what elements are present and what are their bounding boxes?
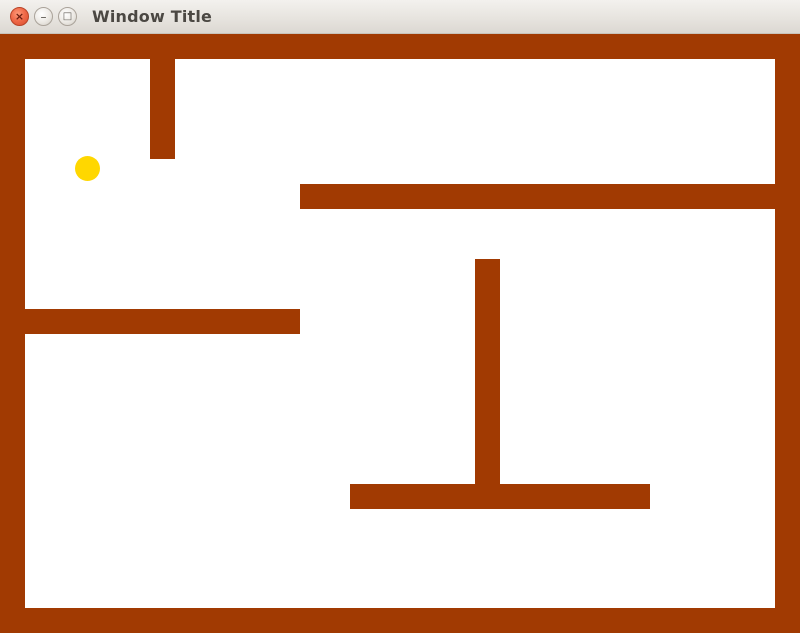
maze-wall-right: [775, 34, 800, 633]
close-icon[interactable]: ×: [10, 7, 29, 26]
maze-wall-top: [0, 34, 800, 59]
maze-wall-middle-left-horizontal: [25, 309, 300, 334]
app-window: × – □ Window Title: [0, 0, 800, 633]
maze-wall-top-stub: [150, 59, 175, 159]
minimize-icon[interactable]: –: [34, 7, 53, 26]
title-bar[interactable]: × – □ Window Title: [0, 0, 800, 34]
window-title: Window Title: [92, 7, 213, 26]
maximize-icon[interactable]: □: [58, 7, 77, 26]
maze-wall-left: [0, 34, 25, 633]
maze-wall-center-vertical: [475, 259, 500, 509]
maze-wall-lower-horizontal: [350, 484, 650, 509]
player-ball[interactable]: [75, 156, 100, 181]
maze-game-area[interactable]: [0, 34, 800, 633]
maze-wall-bottom: [0, 608, 800, 633]
maze-wall-upper-right-horizontal: [300, 184, 775, 209]
